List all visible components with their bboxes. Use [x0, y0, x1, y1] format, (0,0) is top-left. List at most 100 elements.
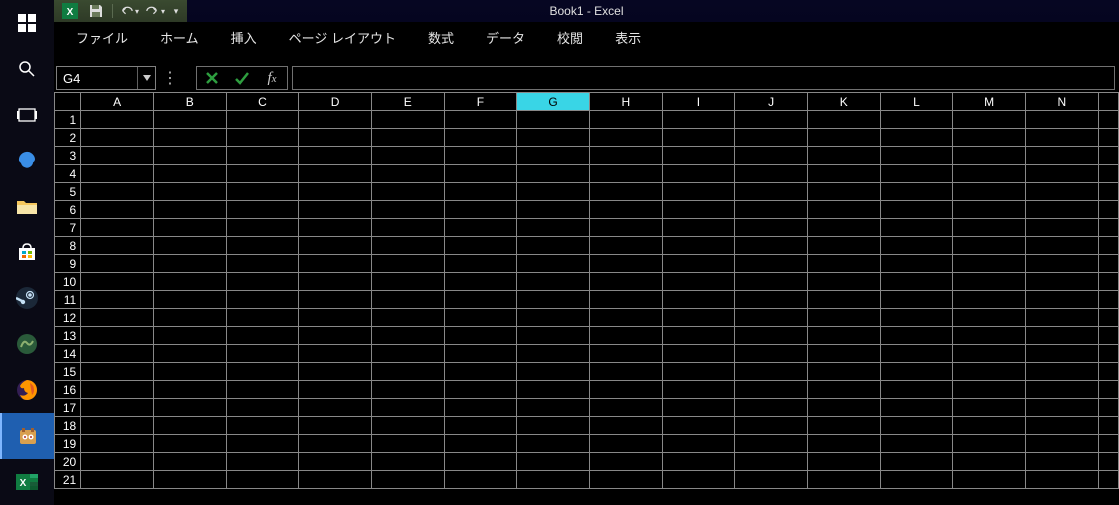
cell-H6[interactable] — [589, 201, 662, 219]
cell-I3[interactable] — [662, 147, 735, 165]
cell-L7[interactable] — [880, 219, 953, 237]
cell-E17[interactable] — [371, 399, 444, 417]
ribbon-tab-insert[interactable]: 挿入 — [215, 22, 273, 52]
cell-F20[interactable] — [444, 453, 517, 471]
cell-partial-7[interactable] — [1098, 219, 1118, 237]
cell-B15[interactable] — [153, 363, 226, 381]
cell-M8[interactable] — [953, 237, 1026, 255]
cell-N14[interactable] — [1025, 345, 1098, 363]
column-header-C[interactable]: C — [226, 93, 299, 111]
cell-N5[interactable] — [1025, 183, 1098, 201]
cell-I20[interactable] — [662, 453, 735, 471]
cell-partial-5[interactable] — [1098, 183, 1118, 201]
cell-E8[interactable] — [371, 237, 444, 255]
cell-F4[interactable] — [444, 165, 517, 183]
cell-G21[interactable] — [517, 471, 590, 489]
cell-H21[interactable] — [589, 471, 662, 489]
cell-F6[interactable] — [444, 201, 517, 219]
cell-K21[interactable] — [807, 471, 880, 489]
cell-E2[interactable] — [371, 129, 444, 147]
cell-D14[interactable] — [299, 345, 372, 363]
cell-F7[interactable] — [444, 219, 517, 237]
cell-K9[interactable] — [807, 255, 880, 273]
cell-J2[interactable] — [735, 129, 808, 147]
cell-H12[interactable] — [589, 309, 662, 327]
worksheet[interactable]: ABCDEFGHIJKLMN12345678910111213141516171… — [54, 92, 1119, 505]
cell-D7[interactable] — [299, 219, 372, 237]
cell-B12[interactable] — [153, 309, 226, 327]
column-header-L[interactable]: L — [880, 93, 953, 111]
cell-A20[interactable] — [81, 453, 154, 471]
cell-N10[interactable] — [1025, 273, 1098, 291]
cell-M15[interactable] — [953, 363, 1026, 381]
cell-L12[interactable] — [880, 309, 953, 327]
cell-N7[interactable] — [1025, 219, 1098, 237]
cell-J17[interactable] — [735, 399, 808, 417]
cell-M21[interactable] — [953, 471, 1026, 489]
cell-B5[interactable] — [153, 183, 226, 201]
cell-N9[interactable] — [1025, 255, 1098, 273]
cell-E10[interactable] — [371, 273, 444, 291]
cell-M5[interactable] — [953, 183, 1026, 201]
cell-B10[interactable] — [153, 273, 226, 291]
cell-D8[interactable] — [299, 237, 372, 255]
file-explorer-button[interactable] — [0, 184, 54, 230]
taskview-button[interactable] — [0, 92, 54, 138]
cell-N8[interactable] — [1025, 237, 1098, 255]
cell-F1[interactable] — [444, 111, 517, 129]
cell-A13[interactable] — [81, 327, 154, 345]
cell-F10[interactable] — [444, 273, 517, 291]
cell-E18[interactable] — [371, 417, 444, 435]
cell-D20[interactable] — [299, 453, 372, 471]
search-button[interactable] — [0, 46, 54, 92]
cell-N6[interactable] — [1025, 201, 1098, 219]
cell-M6[interactable] — [953, 201, 1026, 219]
cell-A6[interactable] — [81, 201, 154, 219]
cell-H20[interactable] — [589, 453, 662, 471]
column-header-F[interactable]: F — [444, 93, 517, 111]
cell-K8[interactable] — [807, 237, 880, 255]
cell-A10[interactable] — [81, 273, 154, 291]
cell-F17[interactable] — [444, 399, 517, 417]
cell-M1[interactable] — [953, 111, 1026, 129]
cell-J10[interactable] — [735, 273, 808, 291]
cell-C18[interactable] — [226, 417, 299, 435]
cell-E4[interactable] — [371, 165, 444, 183]
cell-B21[interactable] — [153, 471, 226, 489]
cell-L20[interactable] — [880, 453, 953, 471]
cell-L8[interactable] — [880, 237, 953, 255]
cell-G11[interactable] — [517, 291, 590, 309]
cell-L17[interactable] — [880, 399, 953, 417]
cell-N19[interactable] — [1025, 435, 1098, 453]
cell-A1[interactable] — [81, 111, 154, 129]
formula-bar[interactable] — [292, 66, 1115, 90]
column-header-A[interactable]: A — [81, 93, 154, 111]
steam-button[interactable] — [0, 275, 54, 321]
cell-L19[interactable] — [880, 435, 953, 453]
select-all-corner[interactable] — [55, 93, 81, 111]
redo-icon[interactable]: ▾ — [145, 2, 165, 20]
column-header-B[interactable]: B — [153, 93, 226, 111]
cell-N3[interactable] — [1025, 147, 1098, 165]
cell-D18[interactable] — [299, 417, 372, 435]
cell-N18[interactable] — [1025, 417, 1098, 435]
cell-partial-16[interactable] — [1098, 381, 1118, 399]
cell-G10[interactable] — [517, 273, 590, 291]
cell-C15[interactable] — [226, 363, 299, 381]
cell-B18[interactable] — [153, 417, 226, 435]
ribbon-tab-review[interactable]: 校閲 — [541, 22, 599, 52]
cell-K17[interactable] — [807, 399, 880, 417]
cell-K19[interactable] — [807, 435, 880, 453]
cell-A21[interactable] — [81, 471, 154, 489]
cell-C11[interactable] — [226, 291, 299, 309]
cell-J20[interactable] — [735, 453, 808, 471]
cell-L11[interactable] — [880, 291, 953, 309]
cell-B11[interactable] — [153, 291, 226, 309]
cell-partial-20[interactable] — [1098, 453, 1118, 471]
cell-F18[interactable] — [444, 417, 517, 435]
cell-A17[interactable] — [81, 399, 154, 417]
cell-D12[interactable] — [299, 309, 372, 327]
cell-L6[interactable] — [880, 201, 953, 219]
cell-F15[interactable] — [444, 363, 517, 381]
cell-K12[interactable] — [807, 309, 880, 327]
